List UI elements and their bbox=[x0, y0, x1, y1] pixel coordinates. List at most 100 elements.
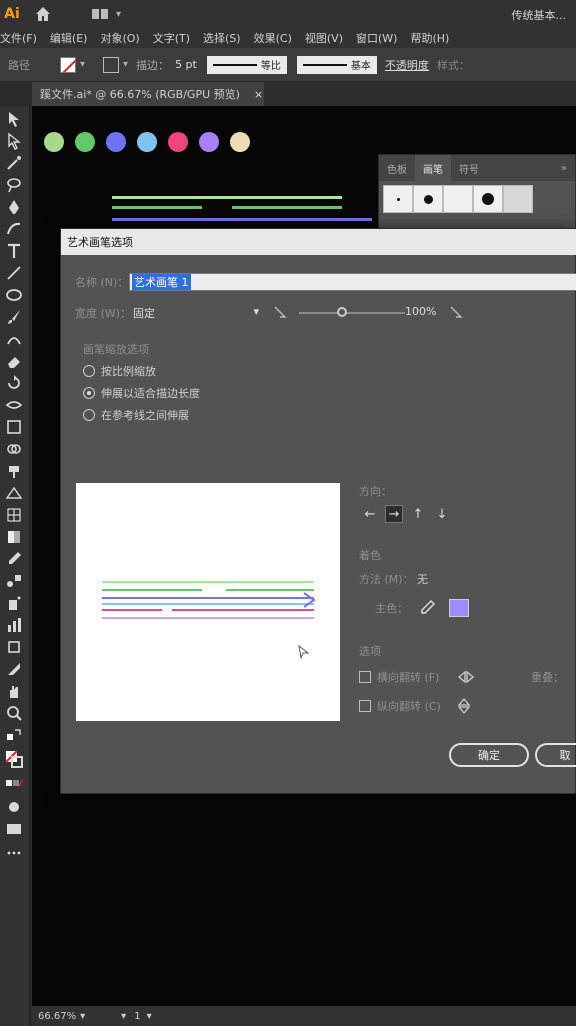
scale-option-stretch[interactable]: 伸展以适合描边长度 bbox=[83, 385, 200, 401]
cancel-button[interactable]: 取 bbox=[535, 743, 576, 767]
stroke-label[interactable]: 描边： bbox=[136, 57, 169, 73]
blend-tool-icon[interactable] bbox=[5, 572, 23, 590]
menu-type[interactable]: 文字(T) bbox=[153, 30, 190, 46]
eyedropper-tool-icon[interactable] bbox=[5, 550, 23, 568]
drawing-modes-icon[interactable] bbox=[5, 798, 23, 816]
scale-option-guides[interactable]: 在参考线之间伸展 bbox=[83, 407, 189, 423]
live-paint-tool-icon[interactable] bbox=[5, 462, 23, 480]
perspective-grid-tool-icon[interactable] bbox=[5, 484, 23, 502]
pressure-icon[interactable] bbox=[273, 305, 287, 319]
eraser-tool-icon[interactable] bbox=[5, 352, 23, 370]
fill-stroke-indicator-icon[interactable] bbox=[5, 750, 23, 768]
brush-name-input[interactable]: 艺术画笔 1 bbox=[129, 273, 576, 291]
direction-right-button[interactable]: → bbox=[385, 505, 403, 523]
chevron-down-icon[interactable]: ▾ bbox=[80, 59, 85, 70]
swap-fill-stroke-icon[interactable] bbox=[5, 726, 23, 744]
chevron-down-icon[interactable]: ▾ bbox=[116, 9, 121, 20]
pen-tool-icon[interactable] bbox=[5, 198, 23, 216]
stroke-swatch[interactable] bbox=[103, 56, 120, 73]
color-dot[interactable] bbox=[168, 132, 188, 152]
art-stroke-blue[interactable] bbox=[112, 218, 372, 221]
brush-swatch[interactable] bbox=[443, 185, 473, 213]
menu-help[interactable]: 帮助(H) bbox=[410, 30, 449, 46]
menu-object[interactable]: 对象(O) bbox=[100, 30, 139, 46]
menu-window[interactable]: 窗口(W) bbox=[356, 30, 397, 46]
brush-swatch[interactable] bbox=[413, 185, 443, 213]
width-percent[interactable]: 100% bbox=[405, 305, 436, 318]
direction-left-button[interactable]: ← bbox=[361, 505, 379, 523]
brush-swatch[interactable] bbox=[383, 185, 413, 213]
more-tools-icon[interactable] bbox=[5, 844, 23, 862]
ok-button[interactable]: 确定 bbox=[449, 743, 529, 767]
style-label[interactable]: 样式： bbox=[437, 57, 470, 73]
checkbox[interactable] bbox=[359, 700, 371, 712]
brush-swatch[interactable] bbox=[503, 185, 533, 213]
color-dot[interactable] bbox=[44, 132, 64, 152]
slice-tool-icon[interactable] bbox=[5, 660, 23, 678]
stroke-weight-field[interactable]: 5 pt bbox=[175, 58, 197, 71]
art-stroke-green[interactable] bbox=[112, 206, 202, 209]
rotate-tool-icon[interactable] bbox=[5, 374, 23, 392]
width-slider-track[interactable] bbox=[299, 312, 405, 314]
chevron-down-icon[interactable]: ▾ bbox=[123, 59, 128, 70]
menu-effect[interactable]: 效果(C) bbox=[254, 30, 292, 46]
chevron-down-icon[interactable]: ▾ bbox=[80, 1011, 85, 1022]
zoom-level[interactable]: 66.67% bbox=[38, 1011, 76, 1022]
key-color-swatch[interactable] bbox=[449, 599, 469, 617]
tab-symbols[interactable]: 符号 bbox=[451, 155, 487, 181]
document-tab[interactable]: 蹊文件.ai* @ 66.67% (RGB/GPU 预览) × bbox=[32, 82, 264, 106]
curvature-tool-icon[interactable] bbox=[5, 220, 23, 238]
color-dot[interactable] bbox=[75, 132, 95, 152]
zoom-tool-icon[interactable] bbox=[5, 704, 23, 722]
color-dot[interactable] bbox=[106, 132, 126, 152]
color-dot[interactable] bbox=[137, 132, 157, 152]
color-mode-icon[interactable] bbox=[5, 774, 23, 792]
radio-button[interactable] bbox=[83, 409, 95, 421]
direct-selection-tool-icon[interactable] bbox=[5, 132, 23, 150]
line-tool-icon[interactable] bbox=[5, 264, 23, 282]
panel-menu-icon[interactable]: » bbox=[553, 155, 575, 181]
fill-swatch[interactable] bbox=[60, 56, 76, 73]
tab-brushes[interactable]: 画笔 bbox=[415, 155, 451, 181]
close-icon[interactable]: × bbox=[254, 88, 263, 101]
chevron-down-icon[interactable]: ▾ bbox=[121, 1011, 126, 1022]
scale-option-proportional[interactable]: 按比例缩放 bbox=[83, 363, 156, 379]
lasso-tool-icon[interactable] bbox=[5, 176, 23, 194]
flip-across-option[interactable]: 纵向翻转 (C) bbox=[359, 697, 471, 715]
ellipse-tool-icon[interactable] bbox=[5, 286, 23, 304]
free-transform-tool-icon[interactable] bbox=[5, 418, 23, 436]
menu-select[interactable]: 选择(S) bbox=[203, 30, 241, 46]
radio-button[interactable] bbox=[83, 387, 95, 399]
symbol-sprayer-tool-icon[interactable] bbox=[5, 594, 23, 612]
artboard-tool-icon[interactable] bbox=[5, 638, 23, 656]
gradient-tool-icon[interactable] bbox=[5, 528, 23, 546]
art-stroke-green-light[interactable] bbox=[112, 196, 342, 199]
workspace-switcher[interactable]: 传统基本... bbox=[512, 7, 567, 23]
direction-down-button[interactable]: ↓ bbox=[433, 505, 451, 523]
tab-swatches[interactable]: 色板 bbox=[379, 155, 415, 181]
pressure-icon[interactable] bbox=[449, 305, 463, 319]
eyedropper-icon[interactable] bbox=[419, 600, 435, 616]
menu-file[interactable]: 文件(F) bbox=[0, 30, 37, 46]
selection-tool-icon[interactable] bbox=[5, 110, 23, 128]
method-select[interactable]: 无 bbox=[417, 571, 428, 587]
paintbrush-tool-icon[interactable] bbox=[5, 308, 23, 326]
color-dot[interactable] bbox=[199, 132, 219, 152]
arrange-documents-icon[interactable] bbox=[92, 7, 112, 21]
column-graph-tool-icon[interactable] bbox=[5, 616, 23, 634]
opacity-link[interactable]: 不透明度 bbox=[385, 57, 429, 73]
magic-wand-tool-icon[interactable] bbox=[5, 154, 23, 172]
radio-button[interactable] bbox=[83, 365, 95, 377]
direction-up-button[interactable]: ↑ bbox=[409, 505, 427, 523]
shape-builder-tool-icon[interactable] bbox=[5, 440, 23, 458]
type-tool-icon[interactable] bbox=[5, 242, 23, 260]
mesh-tool-icon[interactable] bbox=[5, 506, 23, 524]
artboard-number[interactable]: 1 bbox=[134, 1011, 140, 1022]
checkbox[interactable] bbox=[359, 671, 371, 683]
brush-definition[interactable]: 基本 bbox=[296, 55, 377, 74]
menu-edit[interactable]: 编辑(E) bbox=[50, 30, 88, 46]
width-select[interactable]: 固定 ▾ bbox=[133, 305, 259, 321]
variable-width-profile[interactable]: 等比 bbox=[206, 55, 287, 74]
width-slider-knob[interactable] bbox=[337, 307, 347, 317]
shaper-tool-icon[interactable] bbox=[5, 330, 23, 348]
